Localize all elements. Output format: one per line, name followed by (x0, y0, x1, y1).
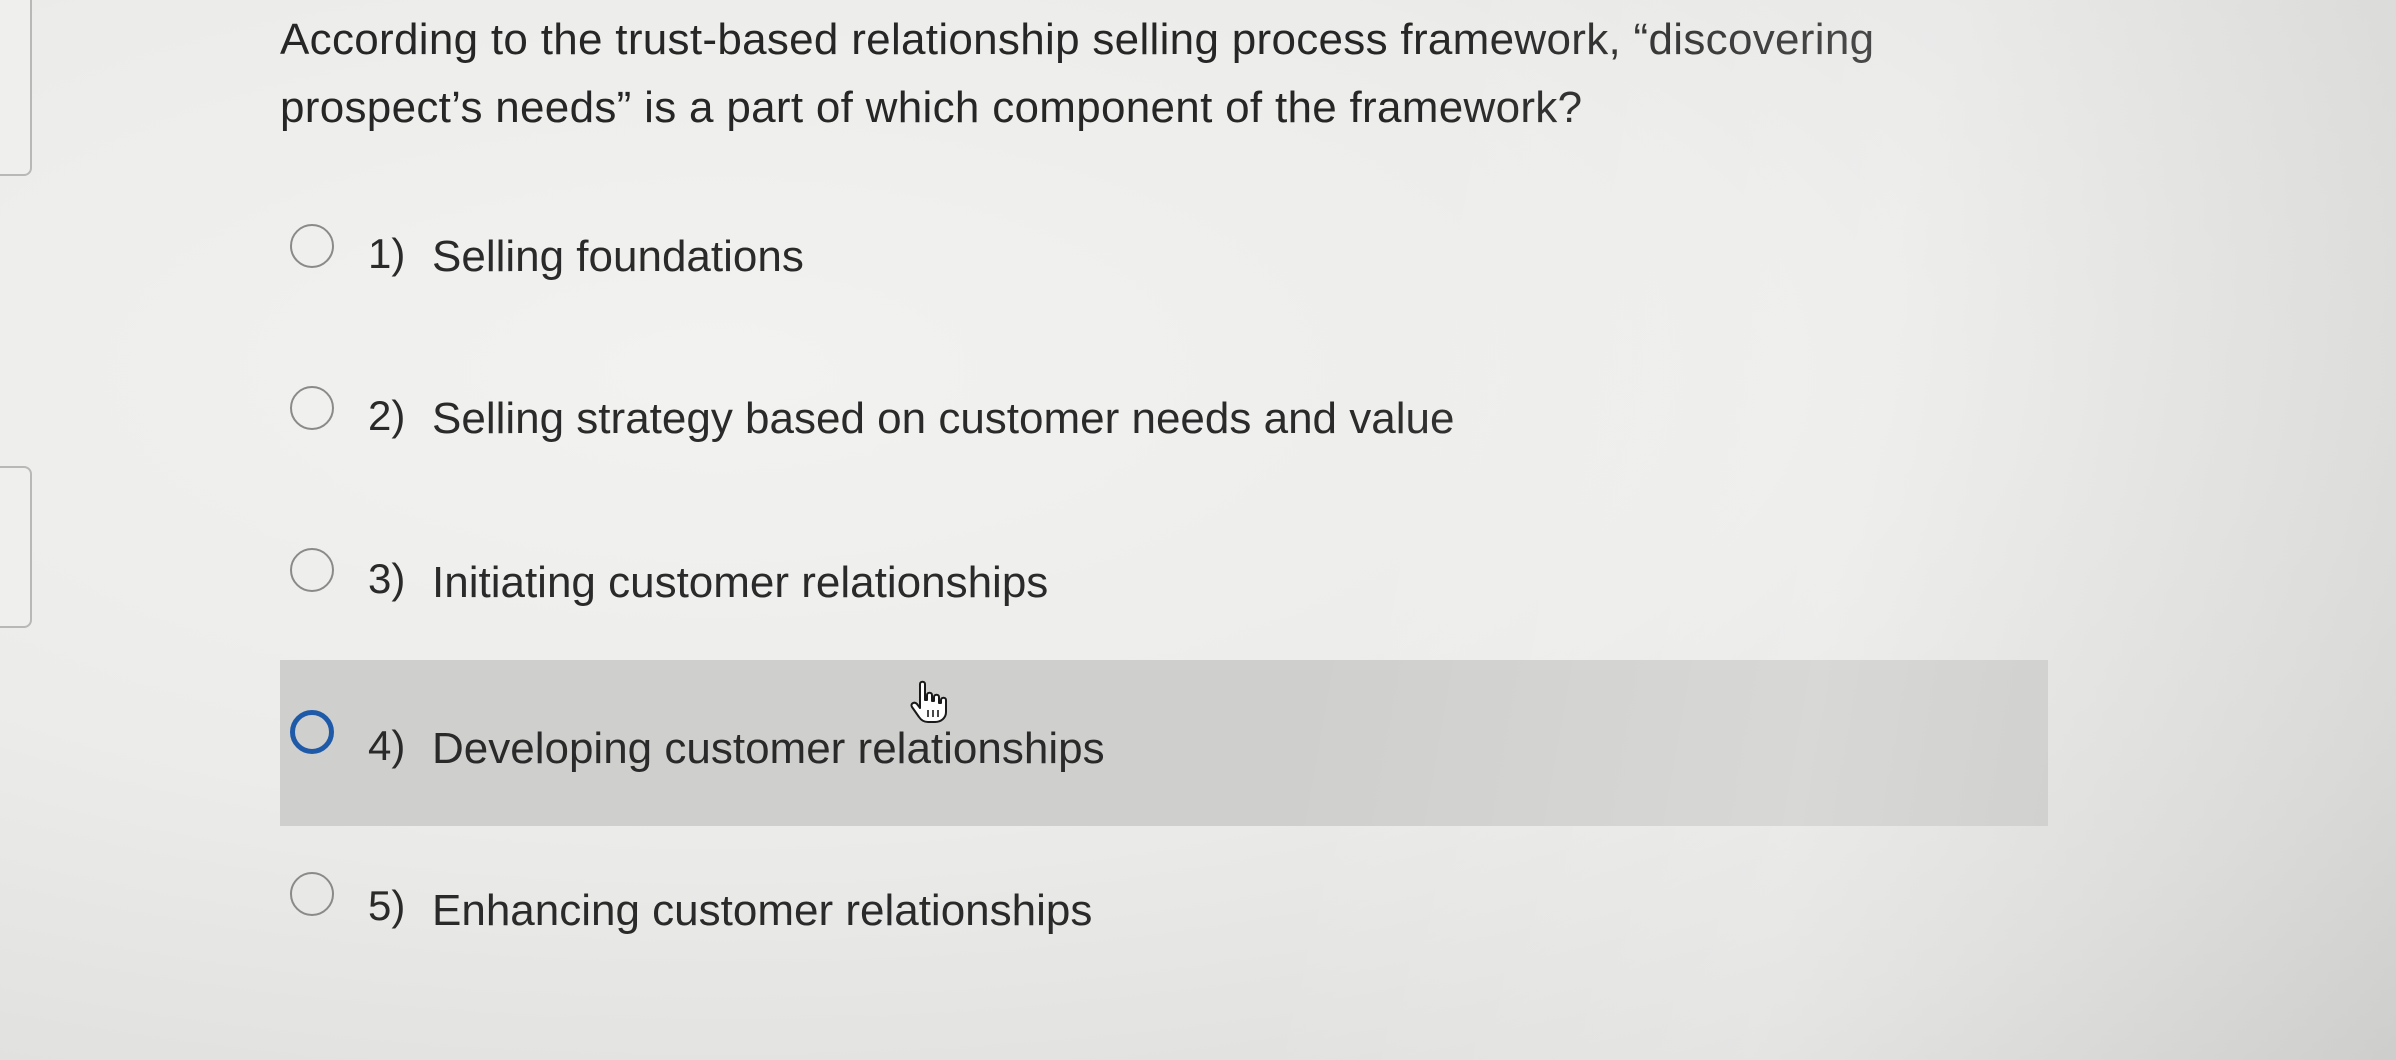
radio-button-icon[interactable] (290, 224, 334, 268)
option-label: Enhancing customer relationships (432, 886, 1093, 935)
answer-option-4[interactable]: 4) Developing customer relationships (280, 660, 2048, 826)
answer-option-1[interactable]: 1) Selling foundations (280, 176, 2048, 342)
answer-option-2[interactable]: 2) Selling strategy based on customer ne… (280, 336, 2048, 502)
radio-button-icon[interactable] (290, 710, 334, 754)
question-text: According to the trust-based relationshi… (280, 15, 1875, 132)
side-panel-tab-bottom[interactable] (0, 466, 32, 628)
answer-option-5[interactable]: 5) Enhancing customer relationships (280, 830, 2048, 996)
radio-button-icon[interactable] (290, 872, 334, 916)
option-number: 5) (368, 882, 406, 929)
option-label: Selling strategy based on customer needs… (432, 394, 1455, 443)
hand-pointer-icon (910, 680, 947, 723)
option-number: 4) (368, 722, 406, 769)
option-label: Initiating customer relationships (432, 558, 1049, 607)
radio-button-icon[interactable] (290, 386, 334, 430)
option-number: 2) (368, 392, 406, 439)
answer-option-3[interactable]: 3) Initiating customer relationships (280, 500, 2048, 666)
radio-button-icon[interactable] (290, 548, 334, 592)
option-number: 1) (368, 230, 406, 277)
option-label: Selling foundations (432, 232, 804, 281)
side-panel-tab-top[interactable] (0, 0, 32, 176)
option-label: Developing customer relationships (432, 724, 1105, 773)
option-number: 3) (368, 555, 406, 602)
